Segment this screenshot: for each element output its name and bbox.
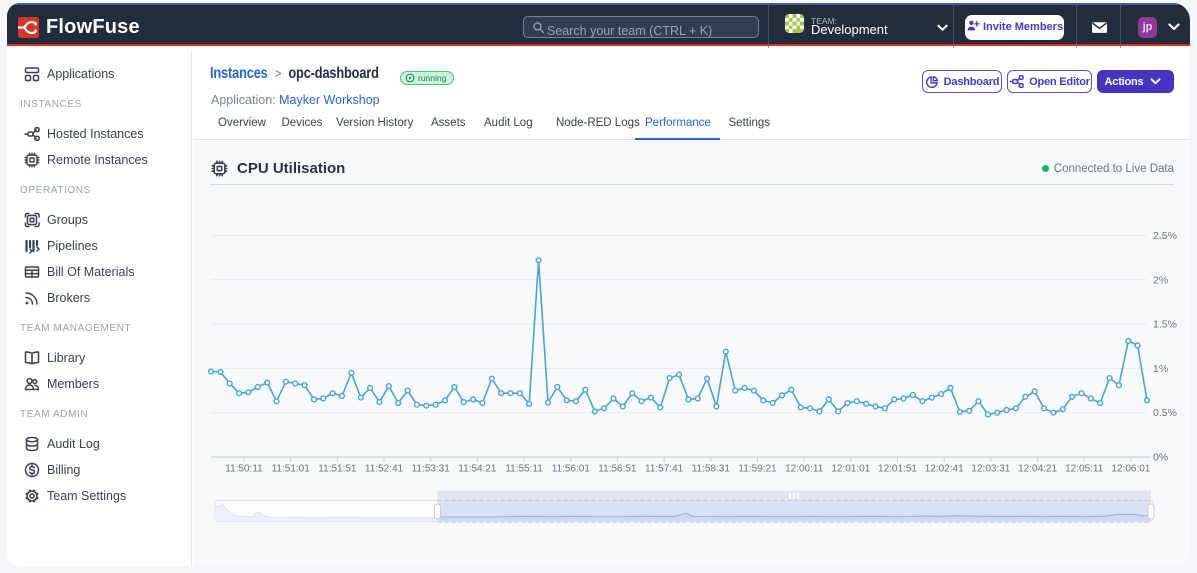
svg-text:11:52:41: 11:52:41 <box>365 464 404 475</box>
svg-text:11:54:21: 11:54:21 <box>458 464 497 475</box>
svg-text:12:04:21: 12:04:21 <box>1018 464 1057 475</box>
svg-text:11:55:11: 11:55:11 <box>505 464 543 475</box>
svg-text:12:01:51: 12:01:51 <box>878 464 917 475</box>
svg-text:11:53:31: 11:53:31 <box>412 464 451 475</box>
svg-text:1%: 1% <box>1153 363 1168 375</box>
svg-text:0%: 0% <box>1153 452 1168 464</box>
svg-text:11:56:51: 11:56:51 <box>598 464 637 475</box>
svg-text:2.5%: 2.5% <box>1153 230 1177 242</box>
svg-text:12:05:11: 12:05:11 <box>1065 464 1104 475</box>
svg-text:11:59:21: 11:59:21 <box>738 464 777 475</box>
svg-text:1.5%: 1.5% <box>1153 319 1177 331</box>
svg-text:11:51:01: 11:51:01 <box>272 464 311 475</box>
svg-text:11:56:01: 11:56:01 <box>552 464 591 475</box>
svg-text:2%: 2% <box>1153 275 1168 287</box>
svg-text:12:00:11: 12:00:11 <box>785 464 824 475</box>
svg-text:11:57:41: 11:57:41 <box>645 464 684 475</box>
svg-text:11:50:11: 11:50:11 <box>225 464 263 475</box>
svg-text:0.5%: 0.5% <box>1153 407 1177 419</box>
svg-text:12:02:41: 12:02:41 <box>925 464 964 475</box>
svg-text:12:03:31: 12:03:31 <box>971 464 1010 475</box>
svg-text:11:58:31: 11:58:31 <box>692 464 731 475</box>
svg-text:12:01:01: 12:01:01 <box>831 464 870 475</box>
svg-text:12:06:01: 12:06:01 <box>1111 464 1150 475</box>
svg-text:11:51:51: 11:51:51 <box>318 464 357 475</box>
